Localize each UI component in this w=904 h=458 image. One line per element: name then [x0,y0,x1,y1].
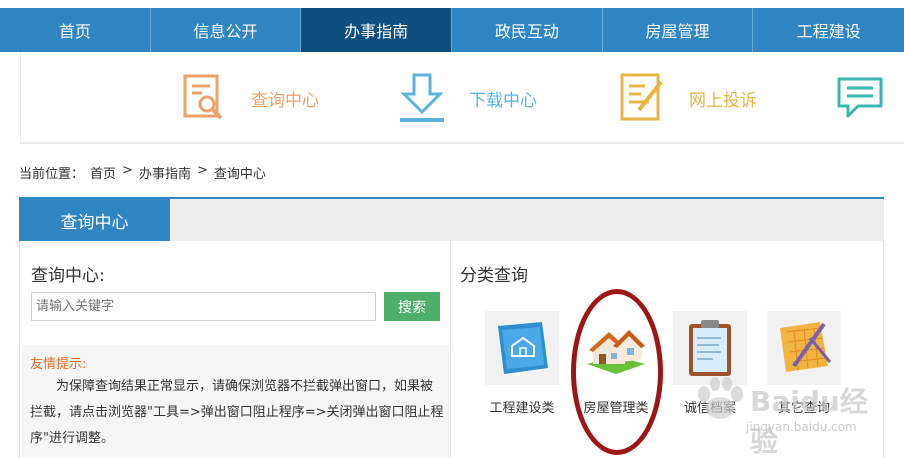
category-label: 诚信档案 [683,401,736,416]
blueprint-house-icon [485,311,559,385]
category-construction[interactable]: 工程建设类 [483,311,561,416]
drafting-tools-icon [767,311,841,385]
category-label: 其它查询 [777,401,830,416]
quick-link-online-complaint[interactable]: 网上投诉 [617,70,757,126]
complaint-form-icon [617,70,667,126]
quick-link-message[interactable] [835,70,904,126]
nav-item-info-disclosure[interactable]: 信息公开 [151,8,302,52]
friendly-tip: 友情提示: 为保障查询结果正常显示，请确保浏览器不拦截弹出窗口，如果被拦截，请点… [22,345,449,458]
breadcrumb-separator: > [196,163,208,178]
breadcrumb-prefix: 当前位置： [19,167,85,182]
quick-link-label: 查询中心 [251,90,319,111]
nav-item-home[interactable]: 首页 [0,8,151,52]
tip-body: 为保障查询结果正常显示，请确保浏览器不拦截弹出窗口，如果被拦截，请点击浏览器"工… [30,379,444,446]
nav-item-housing[interactable]: 房屋管理 [603,8,754,52]
category-credit-records[interactable]: 诚信档案 [671,311,749,416]
page: 首页 信息公开 办事指南 政民互动 房屋管理 工程建设 查询中心 下载中心 网上… [0,0,904,458]
category-section: 分类查询 工程建设类 房屋管理类 诚信档案 其它查询 [451,241,884,458]
house-icon [579,311,653,385]
quick-link-label: 下载中心 [469,90,537,111]
search-section: 查询中心: 搜索 友情提示: 为保障查询结果正常显示，请确保浏览器不拦截弹出窗口… [19,241,451,458]
breadcrumb-home[interactable]: 首页 [90,163,116,182]
download-icon [397,70,447,126]
category-label: 房屋管理类 [583,401,649,416]
query-center-panel: 查询中心 查询中心: 搜索 友情提示: 为保障查询结果正常显示，请确保浏览器不拦… [19,197,884,458]
quick-link-label: 网上投诉 [689,90,757,111]
panel-header: 查询中心 [19,199,884,241]
message-icon [835,70,885,126]
nav-item-service-guide[interactable]: 办事指南 [301,8,453,52]
tip-title: 友情提示: [30,357,87,372]
category-housing[interactable]: 房屋管理类 [577,311,655,416]
top-strip [0,0,904,8]
breadcrumb: 当前位置： 首页 > 办事指南 > 查询中心 [19,163,266,182]
search-input[interactable] [31,292,376,321]
breadcrumb-current[interactable]: 查询中心 [214,163,266,182]
category-label: 工程建设类 [489,401,555,416]
nav-item-construction[interactable]: 工程建设 [753,8,904,52]
breadcrumb-separator: > [122,163,133,178]
nav-item-interaction[interactable]: 政民互动 [452,8,603,52]
clipboard-icon [673,311,747,385]
search-button[interactable]: 搜索 [384,292,440,321]
quick-links-bar: 查询中心 下载中心 网上投诉 [20,52,904,144]
tab-query-center[interactable]: 查询中心 [19,199,170,241]
quick-link-download-center[interactable]: 下载中心 [397,70,537,126]
category-other-query[interactable]: 其它查询 [765,311,843,416]
search-section-title: 查询中心: [31,266,105,286]
search-document-icon [179,70,229,126]
quick-link-query-center[interactable]: 查询中心 [179,70,319,126]
category-section-title: 分类查询 [460,266,528,286]
breadcrumb-service-guide[interactable]: 办事指南 [139,163,191,182]
main-nav: 首页 信息公开 办事指南 政民互动 房屋管理 工程建设 [0,8,904,52]
